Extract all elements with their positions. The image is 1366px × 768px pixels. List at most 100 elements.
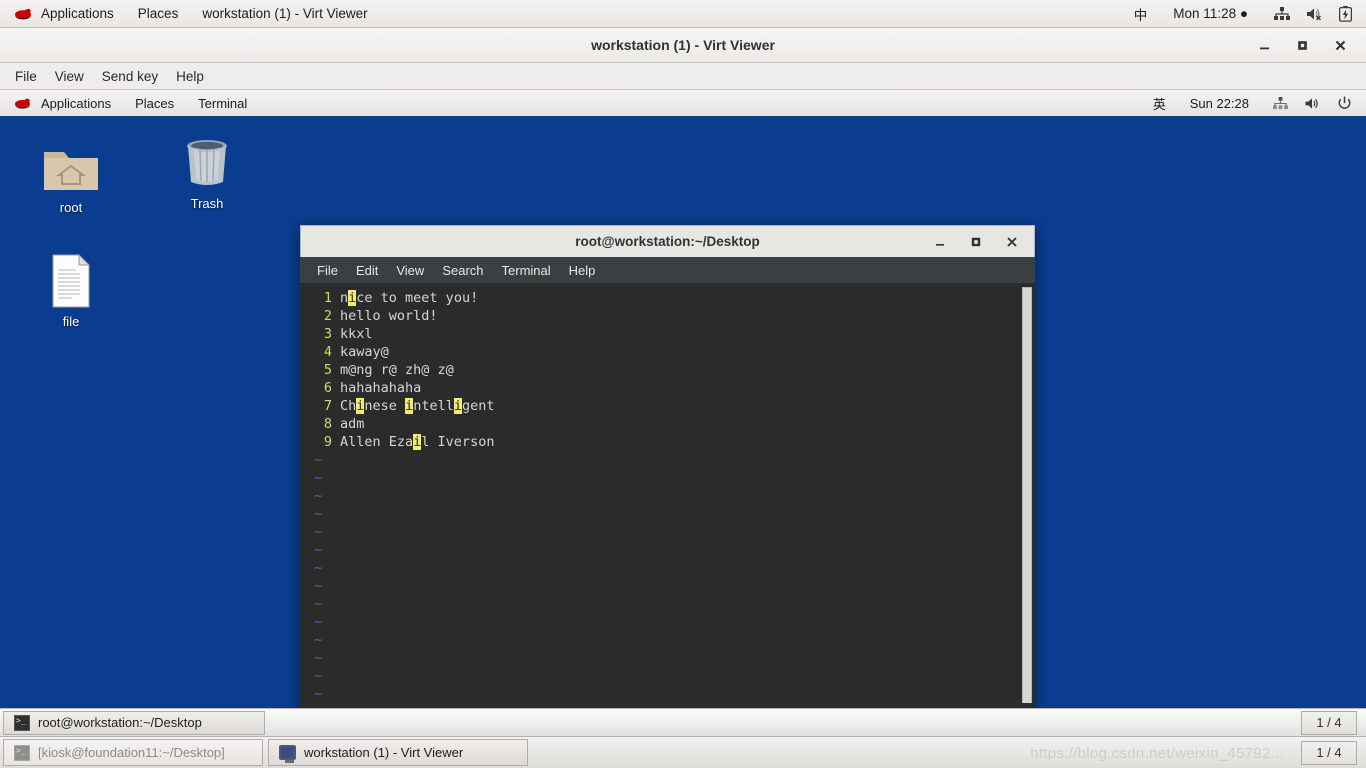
line-text-seg: ntell xyxy=(413,398,454,414)
desktop-icon-root[interactable]: root xyxy=(23,136,119,215)
guest-top-panel: Applications Places Terminal 英 Sun 22:28 xyxy=(0,91,1366,118)
terminal-menu-terminal-label: Terminal xyxy=(501,262,551,278)
terminal-close-button[interactable] xyxy=(1004,234,1020,250)
tilde-marker: ~ xyxy=(314,470,323,486)
line-text-before: Allen Eza xyxy=(340,434,414,450)
terminal-scrollbar-thumb[interactable] xyxy=(1022,287,1032,717)
vv-menu-send-key[interactable]: Send key xyxy=(93,63,167,90)
editor-line: 7 Ch i nese i ntell i gent xyxy=(300,397,1035,415)
terminal-maximize-button[interactable] xyxy=(968,234,984,250)
power-icon[interactable] xyxy=(1329,90,1366,117)
desktop-icon-file[interactable]: file xyxy=(23,250,119,329)
editor-line: 8 adm xyxy=(300,415,1035,433)
vv-menu-file-label: File xyxy=(15,68,37,84)
guest-clock-label: Sun 22:28 xyxy=(1189,96,1249,111)
editor-empty-line: ~ xyxy=(300,505,1035,523)
maximize-button[interactable] xyxy=(1294,37,1310,53)
editor-empty-line: ~ xyxy=(300,469,1035,487)
line-number: 1 xyxy=(323,290,332,306)
line-number: 5 xyxy=(323,362,332,378)
host-task-kiosk-terminal[interactable]: >_ [kiosk@foundation11:~/Desktop] xyxy=(3,739,263,766)
virt-viewer-titlebar[interactable]: workstation (1) - Virt Viewer xyxy=(0,28,1366,63)
line-number: 8 xyxy=(323,416,332,432)
editor-empty-line: ~ xyxy=(300,523,1035,541)
network-icon[interactable] xyxy=(1266,0,1298,28)
host-input-method-indicator[interactable]: 中 xyxy=(1126,0,1156,28)
host-applications-label: Applications xyxy=(41,6,114,21)
volume-muted-icon[interactable] xyxy=(1298,0,1331,28)
line-number: 3 xyxy=(323,326,332,342)
host-workspace-switcher[interactable]: 1 / 4 xyxy=(1301,740,1357,765)
search-match-highlight: i xyxy=(453,398,462,414)
terminal-screen[interactable]: 1 n i ce to meet you! 2 hello world! 3 kkxl 4… xyxy=(300,283,1035,725)
line-number: 7 xyxy=(323,398,332,414)
desktop-icon-trash-label: Trash xyxy=(190,196,224,211)
terminal-menu-help[interactable]: Help xyxy=(560,263,605,278)
host-window-title-menu[interactable]: workstation (1) - Virt Viewer xyxy=(190,0,379,28)
guest-desktop-surface[interactable]: root Trash file root@workstation:~/Deskt… xyxy=(0,118,1366,725)
guest-taskbar: >_ root@workstation:~/Desktop 1 / 4 xyxy=(0,708,1366,736)
terminal-minimize-button[interactable] xyxy=(932,234,948,250)
guest-workspace-label: 1 / 4 xyxy=(1316,715,1342,730)
guest-terminal-menu[interactable]: Terminal xyxy=(186,90,259,117)
text-document-icon xyxy=(23,250,119,308)
terminal-menu-view[interactable]: View xyxy=(387,263,433,278)
line-text: kkxl xyxy=(340,326,373,342)
screen: Applications Places workstation (1) - Vi… xyxy=(0,0,1366,768)
host-clock[interactable]: Mon 11:28 ● xyxy=(1155,0,1266,28)
minimize-button[interactable] xyxy=(1256,37,1272,53)
battery-icon[interactable] xyxy=(1331,0,1366,28)
terminal-menu-file[interactable]: File xyxy=(308,263,347,278)
terminal-menu-search-label: Search xyxy=(442,262,484,278)
guest-places-menu[interactable]: Places xyxy=(123,90,186,117)
desktop-icon-trash[interactable]: Trash xyxy=(159,132,255,211)
guest-applications-label: Applications xyxy=(41,96,112,111)
search-match-highlight: i xyxy=(405,398,414,414)
tilde-marker: ~ xyxy=(314,542,323,558)
volume-icon[interactable] xyxy=(1296,90,1329,117)
tilde-marker: ~ xyxy=(314,650,323,666)
terminal-window-controls xyxy=(932,234,1034,250)
monitor-icon xyxy=(279,745,296,763)
host-window-title-label: workstation (1) - Virt Viewer xyxy=(202,6,368,21)
network-icon[interactable] xyxy=(1265,90,1296,117)
vv-menu-help[interactable]: Help xyxy=(167,63,213,90)
editor-line: 4 kaway@ xyxy=(300,343,1035,361)
editor-line: 9 Allen Eza i l Iverson xyxy=(300,433,1035,451)
terminal-menu-terminal[interactable]: Terminal xyxy=(493,263,560,278)
guest-task-terminal[interactable]: >_ root@workstation:~/Desktop xyxy=(3,710,265,735)
redhat-logo-icon xyxy=(12,96,34,112)
host-places-menu[interactable]: Places xyxy=(126,0,191,28)
editor-empty-line: ~ xyxy=(300,631,1035,649)
vv-menu-view[interactable]: View xyxy=(46,63,93,90)
line-text: hello world! xyxy=(340,308,438,324)
host-task-virt-viewer[interactable]: workstation (1) - Virt Viewer xyxy=(268,739,528,766)
editor-empty-line: ~ xyxy=(300,667,1035,685)
terminal-menu-view-label: View xyxy=(396,262,425,278)
tilde-marker: ~ xyxy=(314,452,323,468)
terminal-titlebar[interactable]: root@workstation:~/Desktop xyxy=(300,225,1035,257)
guest-input-method-indicator[interactable]: 英 xyxy=(1145,90,1174,117)
editor-line: 3 kkxl xyxy=(300,325,1035,343)
virt-viewer-window-controls xyxy=(1256,37,1366,53)
terminal-menu-edit-label: Edit xyxy=(355,262,379,278)
line-text: adm xyxy=(340,416,365,432)
line-text-seg: nese xyxy=(364,398,406,414)
terminal-menubar: File Edit View Search Terminal Help xyxy=(300,257,1035,283)
editor-line: 2 hello world! xyxy=(300,307,1035,325)
tilde-marker: ~ xyxy=(314,614,323,630)
terminal-menu-search[interactable]: Search xyxy=(433,263,492,278)
close-button[interactable] xyxy=(1332,37,1348,53)
virt-viewer-menubar: File View Send key Help xyxy=(0,63,1366,90)
editor-empty-line: ~ xyxy=(300,559,1035,577)
terminal-menu-file-label: File xyxy=(317,262,338,278)
guest-workspace-switcher[interactable]: 1 / 4 xyxy=(1301,710,1357,735)
terminal-menu-edit[interactable]: Edit xyxy=(347,263,387,278)
guest-input-method-label: 英 xyxy=(1152,97,1166,112)
host-applications-menu[interactable]: Applications xyxy=(0,0,126,28)
vv-menu-file[interactable]: File xyxy=(6,63,46,90)
guest-applications-menu[interactable]: Applications xyxy=(0,90,123,117)
terminal-scrollbar[interactable] xyxy=(1021,285,1033,723)
guest-clock[interactable]: Sun 22:28 xyxy=(1174,90,1265,117)
host-panel-left: Applications Places workstation (1) - Vi… xyxy=(0,0,380,28)
